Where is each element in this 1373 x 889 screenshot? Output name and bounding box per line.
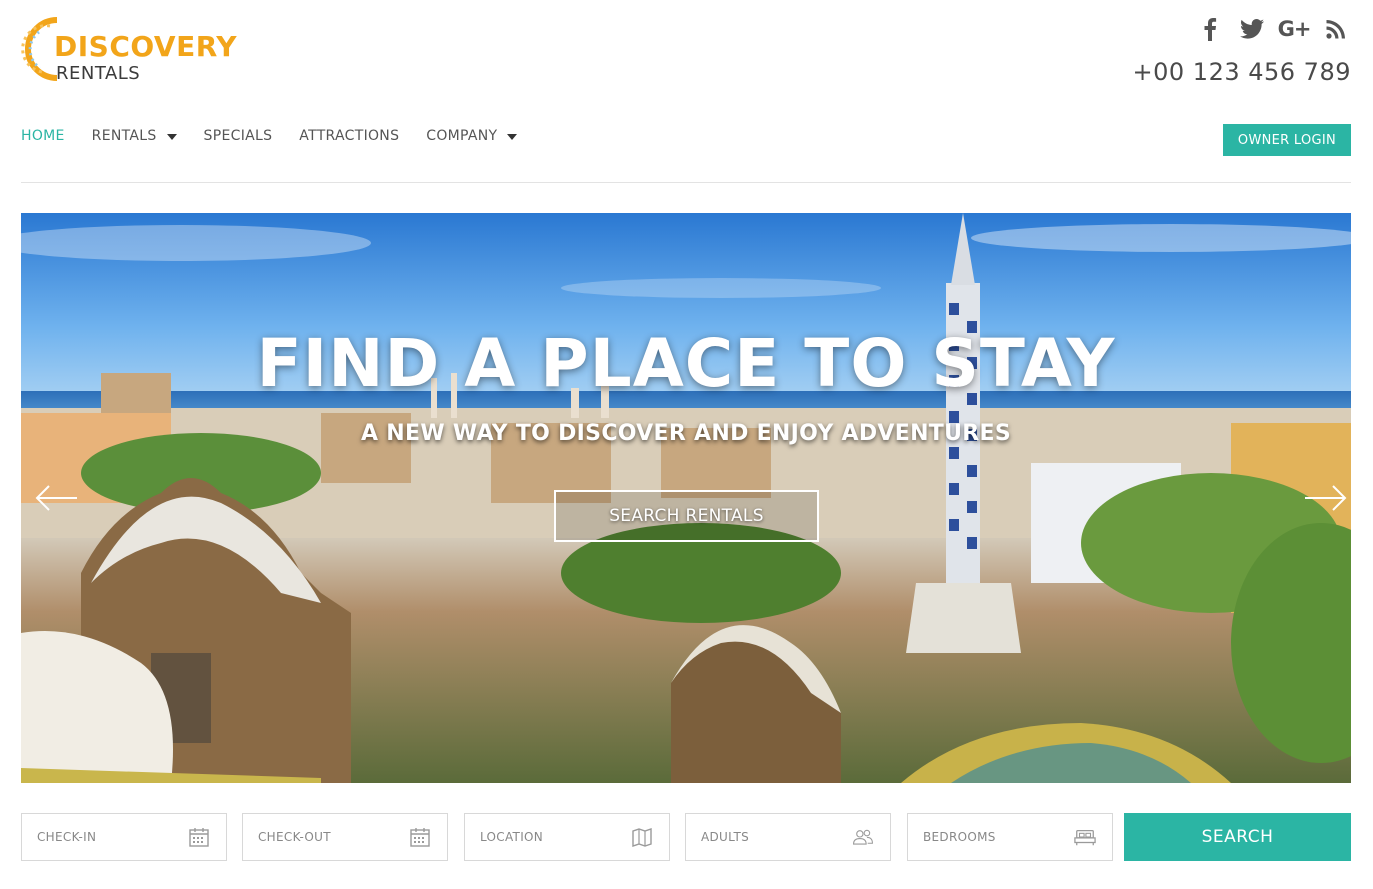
check-out-label: CHECK-OUT	[258, 830, 331, 844]
main-nav: HOME RENTALS SPECIALS ATTRACTIONS COMPAN…	[21, 128, 544, 144]
caret-down-icon	[166, 134, 177, 140]
adults-field[interactable]: ADULTS	[685, 813, 891, 861]
location-label: LOCATION	[480, 830, 544, 844]
header-divider	[21, 182, 1351, 183]
caret-down-icon	[507, 134, 518, 140]
nav-item-label: SPECIALS	[203, 128, 273, 144]
nav-item-label: ATTRACTIONS	[299, 128, 400, 144]
nav-item-specials[interactable]: SPECIALS	[204, 128, 273, 144]
owner-login-button[interactable]: OWNER LOGIN	[1223, 124, 1351, 156]
logo[interactable]: DISCOVERY RENTALS	[20, 12, 250, 90]
check-in-field[interactable]: CHECK-IN	[21, 813, 227, 861]
location-field[interactable]: LOCATION	[464, 813, 670, 861]
adults-label: ADULTS	[701, 830, 750, 844]
check-in-label: CHECK-IN	[37, 830, 97, 844]
arrow-right-icon[interactable]	[1303, 483, 1349, 513]
map-icon	[631, 826, 653, 848]
bed-icon	[1074, 826, 1096, 848]
nav-item-company[interactable]: COMPANY	[426, 128, 518, 144]
nav-item-label: COMPANY	[426, 128, 498, 144]
check-out-field[interactable]: CHECK-OUT	[242, 813, 448, 861]
google-plus-label: G+	[1277, 17, 1312, 41]
search-form: CHECK-IN CHECK-OUT LOCATION ADULTS BEDRO…	[21, 813, 1351, 861]
nav-item-label: RENTALS	[91, 128, 157, 144]
brand-name: DISCOVERY	[54, 30, 238, 63]
nav-item-rentals[interactable]: RENTALS	[92, 128, 177, 144]
users-icon	[852, 826, 874, 848]
calendar-icon	[409, 826, 431, 848]
rss-icon[interactable]	[1321, 14, 1351, 44]
calendar-icon	[188, 826, 210, 848]
twitter-icon[interactable]	[1237, 14, 1267, 44]
nav-item-home[interactable]: HOME	[21, 128, 65, 144]
search-rentals-button[interactable]: SEARCH RENTALS	[554, 490, 819, 542]
nav-item-attractions[interactable]: ATTRACTIONS	[299, 128, 399, 144]
phone-number: +00 123 456 789	[1132, 58, 1351, 86]
brand-tagline: RENTALS	[56, 63, 141, 84]
nav-item-label: HOME	[21, 128, 65, 144]
hero-title: FIND A PLACE TO STAY	[256, 325, 1116, 402]
social-links: G+	[1195, 14, 1351, 44]
facebook-icon[interactable]	[1195, 14, 1225, 44]
search-button[interactable]: SEARCH	[1124, 813, 1351, 861]
arrow-left-icon[interactable]	[33, 483, 79, 513]
bedrooms-field[interactable]: BEDROOMS	[907, 813, 1113, 861]
hero-banner: FIND A PLACE TO STAY A NEW WAY TO DISCOV…	[21, 213, 1351, 783]
hero-subtitle: A NEW WAY TO DISCOVER AND ENJOY ADVENTUR…	[361, 421, 1011, 446]
bedrooms-label: BEDROOMS	[923, 830, 996, 844]
google-plus-icon[interactable]: G+	[1277, 14, 1312, 44]
